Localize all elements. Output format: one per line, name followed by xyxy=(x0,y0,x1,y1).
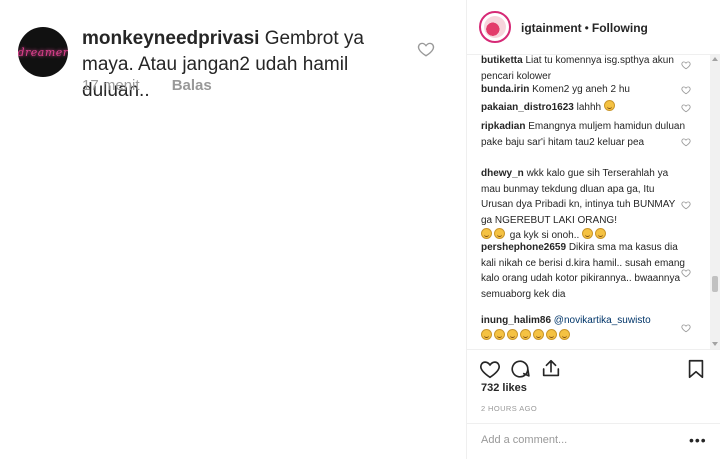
like-heart-icon[interactable] xyxy=(479,358,501,380)
laughing-emoji-icon xyxy=(520,328,531,340)
comments-scrollbar[interactable] xyxy=(710,55,720,349)
laughing-emoji-icon xyxy=(546,328,557,340)
grinning-emoji-icon xyxy=(603,100,615,111)
heart-icon[interactable] xyxy=(681,60,691,70)
comment-username[interactable]: monkeyneedprivasi xyxy=(82,28,259,49)
commenter-avatar[interactable]: dreamer xyxy=(18,27,68,77)
list-item: ripkadian Emangnya muljem hamidun duluan… xyxy=(481,119,686,150)
laughing-emoji-icon xyxy=(533,328,544,340)
comment-time: 17 menit xyxy=(82,77,140,94)
comment-text: lahhh xyxy=(576,102,602,113)
comment-bubble-icon[interactable] xyxy=(509,358,531,380)
laughing-emoji-icon xyxy=(559,328,570,340)
list-item: bunda.irin Komen2 yg aneh 2 hu xyxy=(481,82,686,98)
post-panel: igtainment • Following butiketta Liat tu k… xyxy=(467,0,720,459)
list-item: pershephone2659 Dikira sma ma kasus dia … xyxy=(481,240,686,302)
reply-button[interactable]: Balas xyxy=(172,77,212,94)
comment-username[interactable]: pershephone2659 xyxy=(481,242,566,253)
following-button[interactable]: Following xyxy=(592,21,648,35)
comment-username[interactable]: dhewy_n xyxy=(481,168,524,179)
add-comment-input[interactable] xyxy=(481,434,681,446)
heart-icon[interactable] xyxy=(681,200,691,210)
account-info: igtainment • Following xyxy=(521,21,648,35)
scroll-down-arrow-icon[interactable] xyxy=(712,342,718,346)
heart-icon[interactable] xyxy=(681,85,691,95)
list-item: pakaian_distro1623 lahhh xyxy=(481,100,686,116)
laughing-emoji-icon xyxy=(507,328,518,340)
list-item: butiketta Liat tu komennya isg.spthya ak… xyxy=(481,55,686,84)
heart-icon[interactable] xyxy=(681,137,691,147)
account-username[interactable]: igtainment xyxy=(521,21,582,35)
heart-icon[interactable] xyxy=(417,40,435,58)
scroll-up-arrow-icon[interactable] xyxy=(712,57,718,61)
laughing-emoji-icon xyxy=(595,228,607,239)
laughing-emoji-icon xyxy=(582,228,594,239)
comment-username[interactable]: ripkadian xyxy=(481,121,525,132)
bookmark-icon[interactable] xyxy=(685,358,707,380)
heart-icon[interactable] xyxy=(681,268,691,278)
comment-username[interactable]: bunda.irin xyxy=(481,84,529,95)
heart-icon[interactable] xyxy=(681,103,691,113)
comment-username[interactable]: butiketta xyxy=(481,55,523,66)
comment-mention[interactable]: @novikartika_suwisto xyxy=(554,315,651,326)
account-avatar[interactable] xyxy=(479,11,511,43)
heart-icon[interactable] xyxy=(681,323,691,333)
post-timestamp: 2 HOURS AGO xyxy=(481,404,538,413)
add-comment-bar: ••• xyxy=(467,423,720,459)
list-item: dhewy_n wkk kalo gue sih Terserahlah ya … xyxy=(481,166,686,244)
avatar-logo-text: dreamer xyxy=(18,45,68,59)
comment-text: Komen2 yg aneh 2 hu xyxy=(532,84,630,95)
post-header: igtainment • Following xyxy=(467,0,720,55)
laughing-emoji-icon xyxy=(494,328,505,340)
separator-dot: • xyxy=(584,21,589,35)
scroll-thumb[interactable] xyxy=(712,276,718,292)
comment-meta: 17 menit Balas xyxy=(82,77,212,94)
comment-username[interactable]: pakaian_distro1623 xyxy=(481,102,574,113)
likes-count[interactable]: 732 likes xyxy=(481,382,527,394)
share-icon[interactable] xyxy=(540,358,562,380)
list-item: inung_halim86 @novikartika_suwisto xyxy=(481,313,686,344)
comment-username[interactable]: inung_halim86 xyxy=(481,315,551,326)
more-options-icon[interactable]: ••• xyxy=(689,432,707,448)
zoomed-comment: dreamer monkeyneedprivasi Gembrot ya may… xyxy=(0,0,466,459)
grinning-emoji-icon xyxy=(494,228,505,239)
laughing-emoji-icon xyxy=(481,328,492,340)
grinning-emoji-icon xyxy=(481,228,492,239)
comments-list: butiketta Liat tu komennya isg.spthya ak… xyxy=(467,55,720,349)
